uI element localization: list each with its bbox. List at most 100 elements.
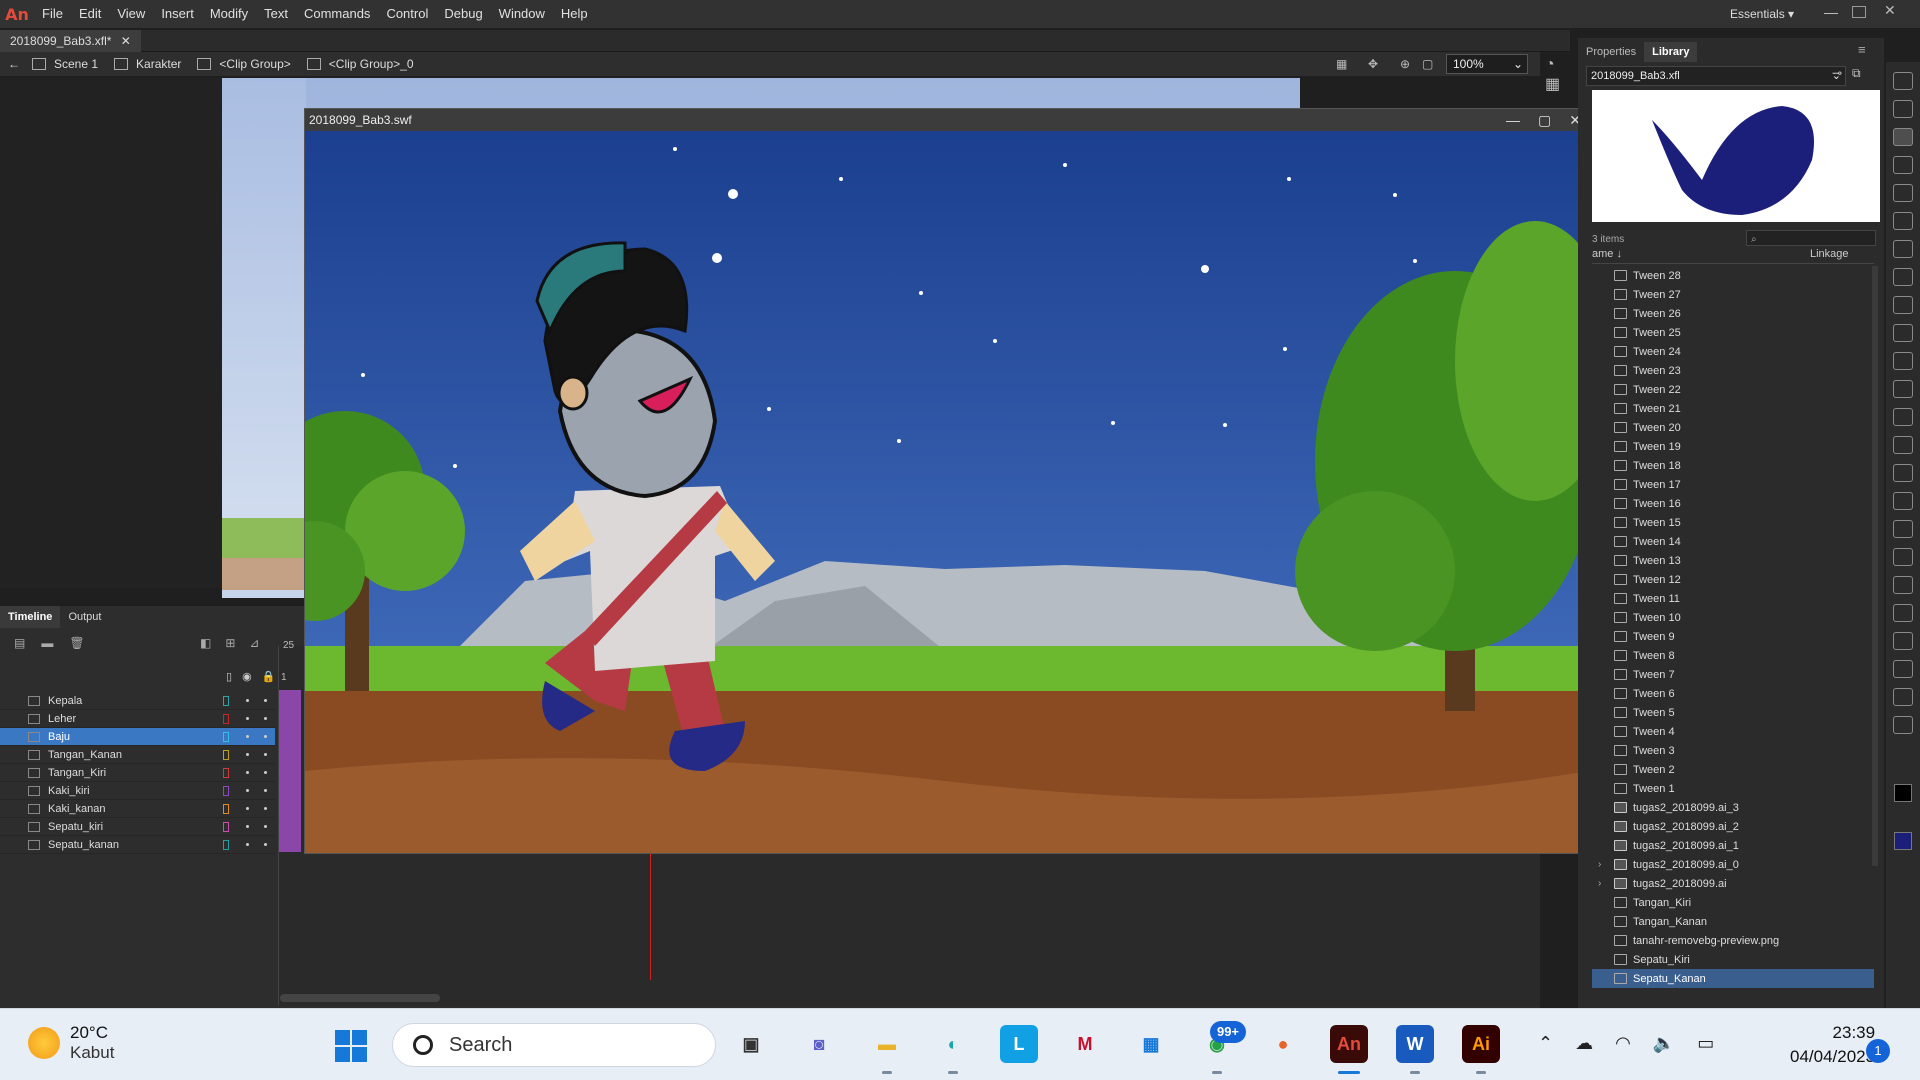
- wifi-icon[interactable]: ◠: [1615, 1033, 1631, 1054]
- library-item[interactable]: Tween 10: [1592, 608, 1874, 627]
- breadcrumb-scene[interactable]: Scene 1: [26, 57, 98, 71]
- layer-color-swatch[interactable]: [223, 785, 229, 796]
- menu-text[interactable]: Text: [256, 0, 296, 28]
- layer-row[interactable]: Kaki_kanan: [0, 800, 275, 818]
- breadcrumb-clipgroup-0[interactable]: <Clip Group>_0: [301, 57, 414, 71]
- tab-properties[interactable]: Properties: [1578, 42, 1644, 62]
- oval-tool-icon[interactable]: [1893, 324, 1913, 342]
- hand-tool-icon[interactable]: [1893, 688, 1913, 706]
- chevron-up-icon[interactable]: ⌃: [1538, 1033, 1553, 1054]
- playhead[interactable]: [650, 848, 651, 980]
- microsoft-store-icon[interactable]: ▦: [1132, 1025, 1170, 1063]
- new-library-panel-icon[interactable]: ⧉: [1852, 66, 1861, 81]
- tab-output[interactable]: Output: [60, 606, 109, 628]
- layer-row[interactable]: Kepala: [0, 692, 275, 710]
- library-item[interactable]: Tween 9: [1592, 627, 1874, 646]
- onedrive-icon[interactable]: ☁: [1575, 1033, 1593, 1054]
- clip-icon[interactable]: ▦: [1336, 57, 1347, 71]
- graph-icon[interactable]: ⊿: [249, 636, 259, 650]
- zoom-tool-icon[interactable]: [1893, 716, 1913, 734]
- layer-color-swatch[interactable]: [223, 749, 229, 760]
- pen-tool-icon[interactable]: [1893, 212, 1913, 230]
- eraser-tool-icon[interactable]: [1893, 576, 1913, 594]
- visibility-dot[interactable]: [246, 735, 249, 738]
- layer-color-swatch[interactable]: [223, 821, 229, 832]
- library-item[interactable]: tugas2_2018099.ai_3: [1592, 798, 1874, 817]
- delete-layer-icon[interactable]: 🗑: [69, 636, 84, 650]
- column-name[interactable]: ame: [1592, 248, 1613, 260]
- library-item[interactable]: Tween 13: [1592, 551, 1874, 570]
- library-item[interactable]: Tween 17: [1592, 475, 1874, 494]
- paint-brush-tool-icon[interactable]: [1893, 436, 1913, 454]
- center-stage-icon[interactable]: ✥: [1368, 57, 1378, 71]
- asset-warp-tool-icon[interactable]: [1893, 632, 1913, 650]
- workspace-switcher[interactable]: Essentials ▾: [1730, 0, 1794, 28]
- menu-insert[interactable]: Insert: [153, 0, 202, 28]
- lock-icon[interactable]: 🔒: [262, 670, 276, 683]
- tab-library[interactable]: Library: [1644, 42, 1698, 62]
- library-item[interactable]: Tween 20: [1592, 418, 1874, 437]
- maximize-icon[interactable]: ▢: [1538, 112, 1551, 129]
- lock-dot[interactable]: [264, 843, 267, 846]
- visibility-dot[interactable]: [246, 753, 249, 756]
- layer-row[interactable]: Sepatu_kanan: [0, 836, 275, 854]
- lock-dot[interactable]: [264, 825, 267, 828]
- library-item[interactable]: Tween 8: [1592, 646, 1874, 665]
- layer-color-swatch[interactable]: [223, 713, 229, 724]
- lock-dot[interactable]: [264, 735, 267, 738]
- library-item[interactable]: tanahr-removebg-preview.png: [1592, 931, 1874, 950]
- pin-icon[interactable]: ⊸: [1832, 66, 1842, 80]
- task-view-icon[interactable]: ▣: [732, 1025, 770, 1063]
- lock-dot[interactable]: [264, 717, 267, 720]
- library-item[interactable]: Tween 22: [1592, 380, 1874, 399]
- 3d-rotation-tool-icon[interactable]: [1893, 156, 1913, 174]
- library-item[interactable]: Tween 4: [1592, 722, 1874, 741]
- library-document-select[interactable]: 2018099_Bab3.xfl ⌄: [1586, 66, 1846, 86]
- l-app-icon[interactable]: L: [1000, 1025, 1038, 1063]
- selection-tool-icon[interactable]: [1893, 72, 1913, 90]
- layer-row[interactable]: Tangan_Kanan: [0, 746, 275, 764]
- layer-color-swatch[interactable]: [223, 803, 229, 814]
- library-item[interactable]: Tween 18: [1592, 456, 1874, 475]
- zoom-select[interactable]: 100% ⌄: [1446, 54, 1528, 74]
- firefox-icon[interactable]: ●: [1264, 1025, 1302, 1063]
- timeline-h-scrollbar[interactable]: [280, 994, 440, 1002]
- camera-tool-icon[interactable]: [1893, 660, 1913, 678]
- library-search[interactable]: ⌕: [1746, 230, 1876, 246]
- library-item[interactable]: Tween 16: [1592, 494, 1874, 513]
- volume-icon[interactable]: 🔈: [1653, 1033, 1675, 1054]
- restore-icon[interactable]: [1852, 6, 1866, 18]
- new-layer-icon[interactable]: ▤: [14, 636, 25, 650]
- word-icon[interactable]: W: [1396, 1025, 1434, 1063]
- panel-collapse-icons[interactable]: ◔ ▦: [1545, 56, 1573, 106]
- visibility-dot[interactable]: [246, 717, 249, 720]
- layer-row[interactable]: Tangan_Kiri: [0, 764, 275, 782]
- library-item[interactable]: Tween 21: [1592, 399, 1874, 418]
- visibility-dot[interactable]: [246, 699, 249, 702]
- breadcrumb-clipgroup[interactable]: <Clip Group>: [191, 57, 291, 71]
- file-explorer-icon[interactable]: ▬: [868, 1025, 906, 1063]
- lock-dot[interactable]: [264, 789, 267, 792]
- rotate-icon[interactable]: ⊕: [1400, 57, 1410, 71]
- rectangle-tool-icon[interactable]: [1893, 296, 1913, 314]
- library-item[interactable]: Tween 26: [1592, 304, 1874, 323]
- stroke-color-swatch[interactable]: [1894, 784, 1912, 802]
- library-item[interactable]: Tween 24: [1592, 342, 1874, 361]
- lasso-tool-icon[interactable]: [1893, 184, 1913, 202]
- library-item[interactable]: Tween 6: [1592, 684, 1874, 703]
- subselection-tool-icon[interactable]: [1893, 100, 1913, 118]
- menu-edit[interactable]: Edit: [71, 0, 109, 28]
- menu-commands[interactable]: Commands: [296, 0, 378, 28]
- library-item[interactable]: › tugas2_2018099.ai_0: [1592, 855, 1874, 874]
- visibility-dot[interactable]: [246, 843, 249, 846]
- tab-close-icon[interactable]: ✕: [121, 34, 131, 48]
- library-scrollbar[interactable]: [1872, 266, 1878, 866]
- library-item[interactable]: Tangan_Kiri: [1592, 893, 1874, 912]
- back-arrow-icon[interactable]: ←: [8, 57, 20, 71]
- library-item[interactable]: Tangan_Kanan: [1592, 912, 1874, 931]
- lock-dot[interactable]: [264, 699, 267, 702]
- line-tool-icon[interactable]: [1893, 268, 1913, 286]
- library-item[interactable]: Tween 1: [1592, 779, 1874, 798]
- new-folder-icon[interactable]: ▬: [41, 636, 53, 650]
- taskbar-search[interactable]: Search: [392, 1023, 716, 1067]
